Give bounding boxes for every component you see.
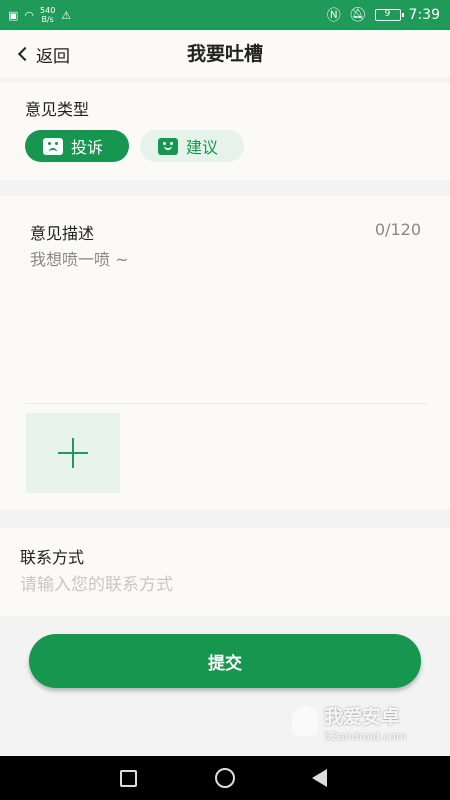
submit-button[interactable]: 提交	[29, 634, 421, 688]
suggestion-option-button[interactable]: 建议	[140, 130, 244, 162]
home-icon[interactable]	[215, 768, 235, 788]
divider	[25, 403, 428, 404]
status-left: ▣ ◠ 540 B/s ⚠	[8, 4, 71, 26]
network-speed: 540 B/s	[40, 6, 55, 24]
status-time: 7:39	[408, 7, 440, 23]
sim-icon: ▣	[8, 8, 19, 22]
suggestion-option-label: 建议	[186, 138, 219, 157]
warning-icon: ⚠	[61, 8, 72, 22]
wifi-icon: ◠	[24, 8, 35, 22]
complaint-option-button[interactable]: 投诉	[25, 130, 129, 162]
nav-bar: 返回 我要吐槽	[0, 30, 450, 78]
complaint-option-label: 投诉	[71, 138, 104, 157]
sad-face-icon	[43, 137, 63, 155]
network-speed-unit: B/s	[41, 15, 54, 24]
page-title: 我要吐槽	[186, 43, 263, 65]
contact-section: 联系方式	[0, 528, 450, 616]
description-section: 意见描述 0/120	[0, 196, 450, 510]
status-bar: ▣ ◠ 540 B/s ⚠ Ⓝ 🔕︎ 9 7:39	[0, 0, 450, 30]
watermark-text: 我爱安卓	[324, 706, 401, 728]
character-counter: 0/120	[374, 220, 421, 239]
android-logo-icon	[292, 706, 318, 736]
system-navigation-bar	[0, 756, 450, 800]
smile-face-icon	[158, 137, 178, 155]
watermark: 我爱安卓 52android.com	[292, 702, 432, 752]
battery-icon: 9	[374, 9, 404, 21]
description-input[interactable]	[30, 246, 420, 396]
contact-label: 联系方式	[20, 548, 85, 567]
feedback-type-label: 意见类型	[25, 100, 90, 119]
status-right: Ⓝ 🔕︎ 9 7:39	[327, 4, 440, 26]
feedback-type-section: 意见类型 投诉 建议	[0, 82, 450, 180]
recent-apps-icon[interactable]	[120, 770, 137, 787]
contact-input[interactable]	[20, 571, 420, 599]
mute-icon: 🔕︎	[348, 7, 367, 23]
add-photo-button[interactable]	[26, 413, 120, 493]
back-triangle-icon[interactable]	[312, 769, 327, 787]
watermark-url: 52android.com	[324, 730, 407, 743]
description-label: 意见描述	[30, 224, 95, 243]
nfc-icon: Ⓝ	[326, 8, 341, 24]
network-speed-value: 540	[40, 6, 56, 15]
